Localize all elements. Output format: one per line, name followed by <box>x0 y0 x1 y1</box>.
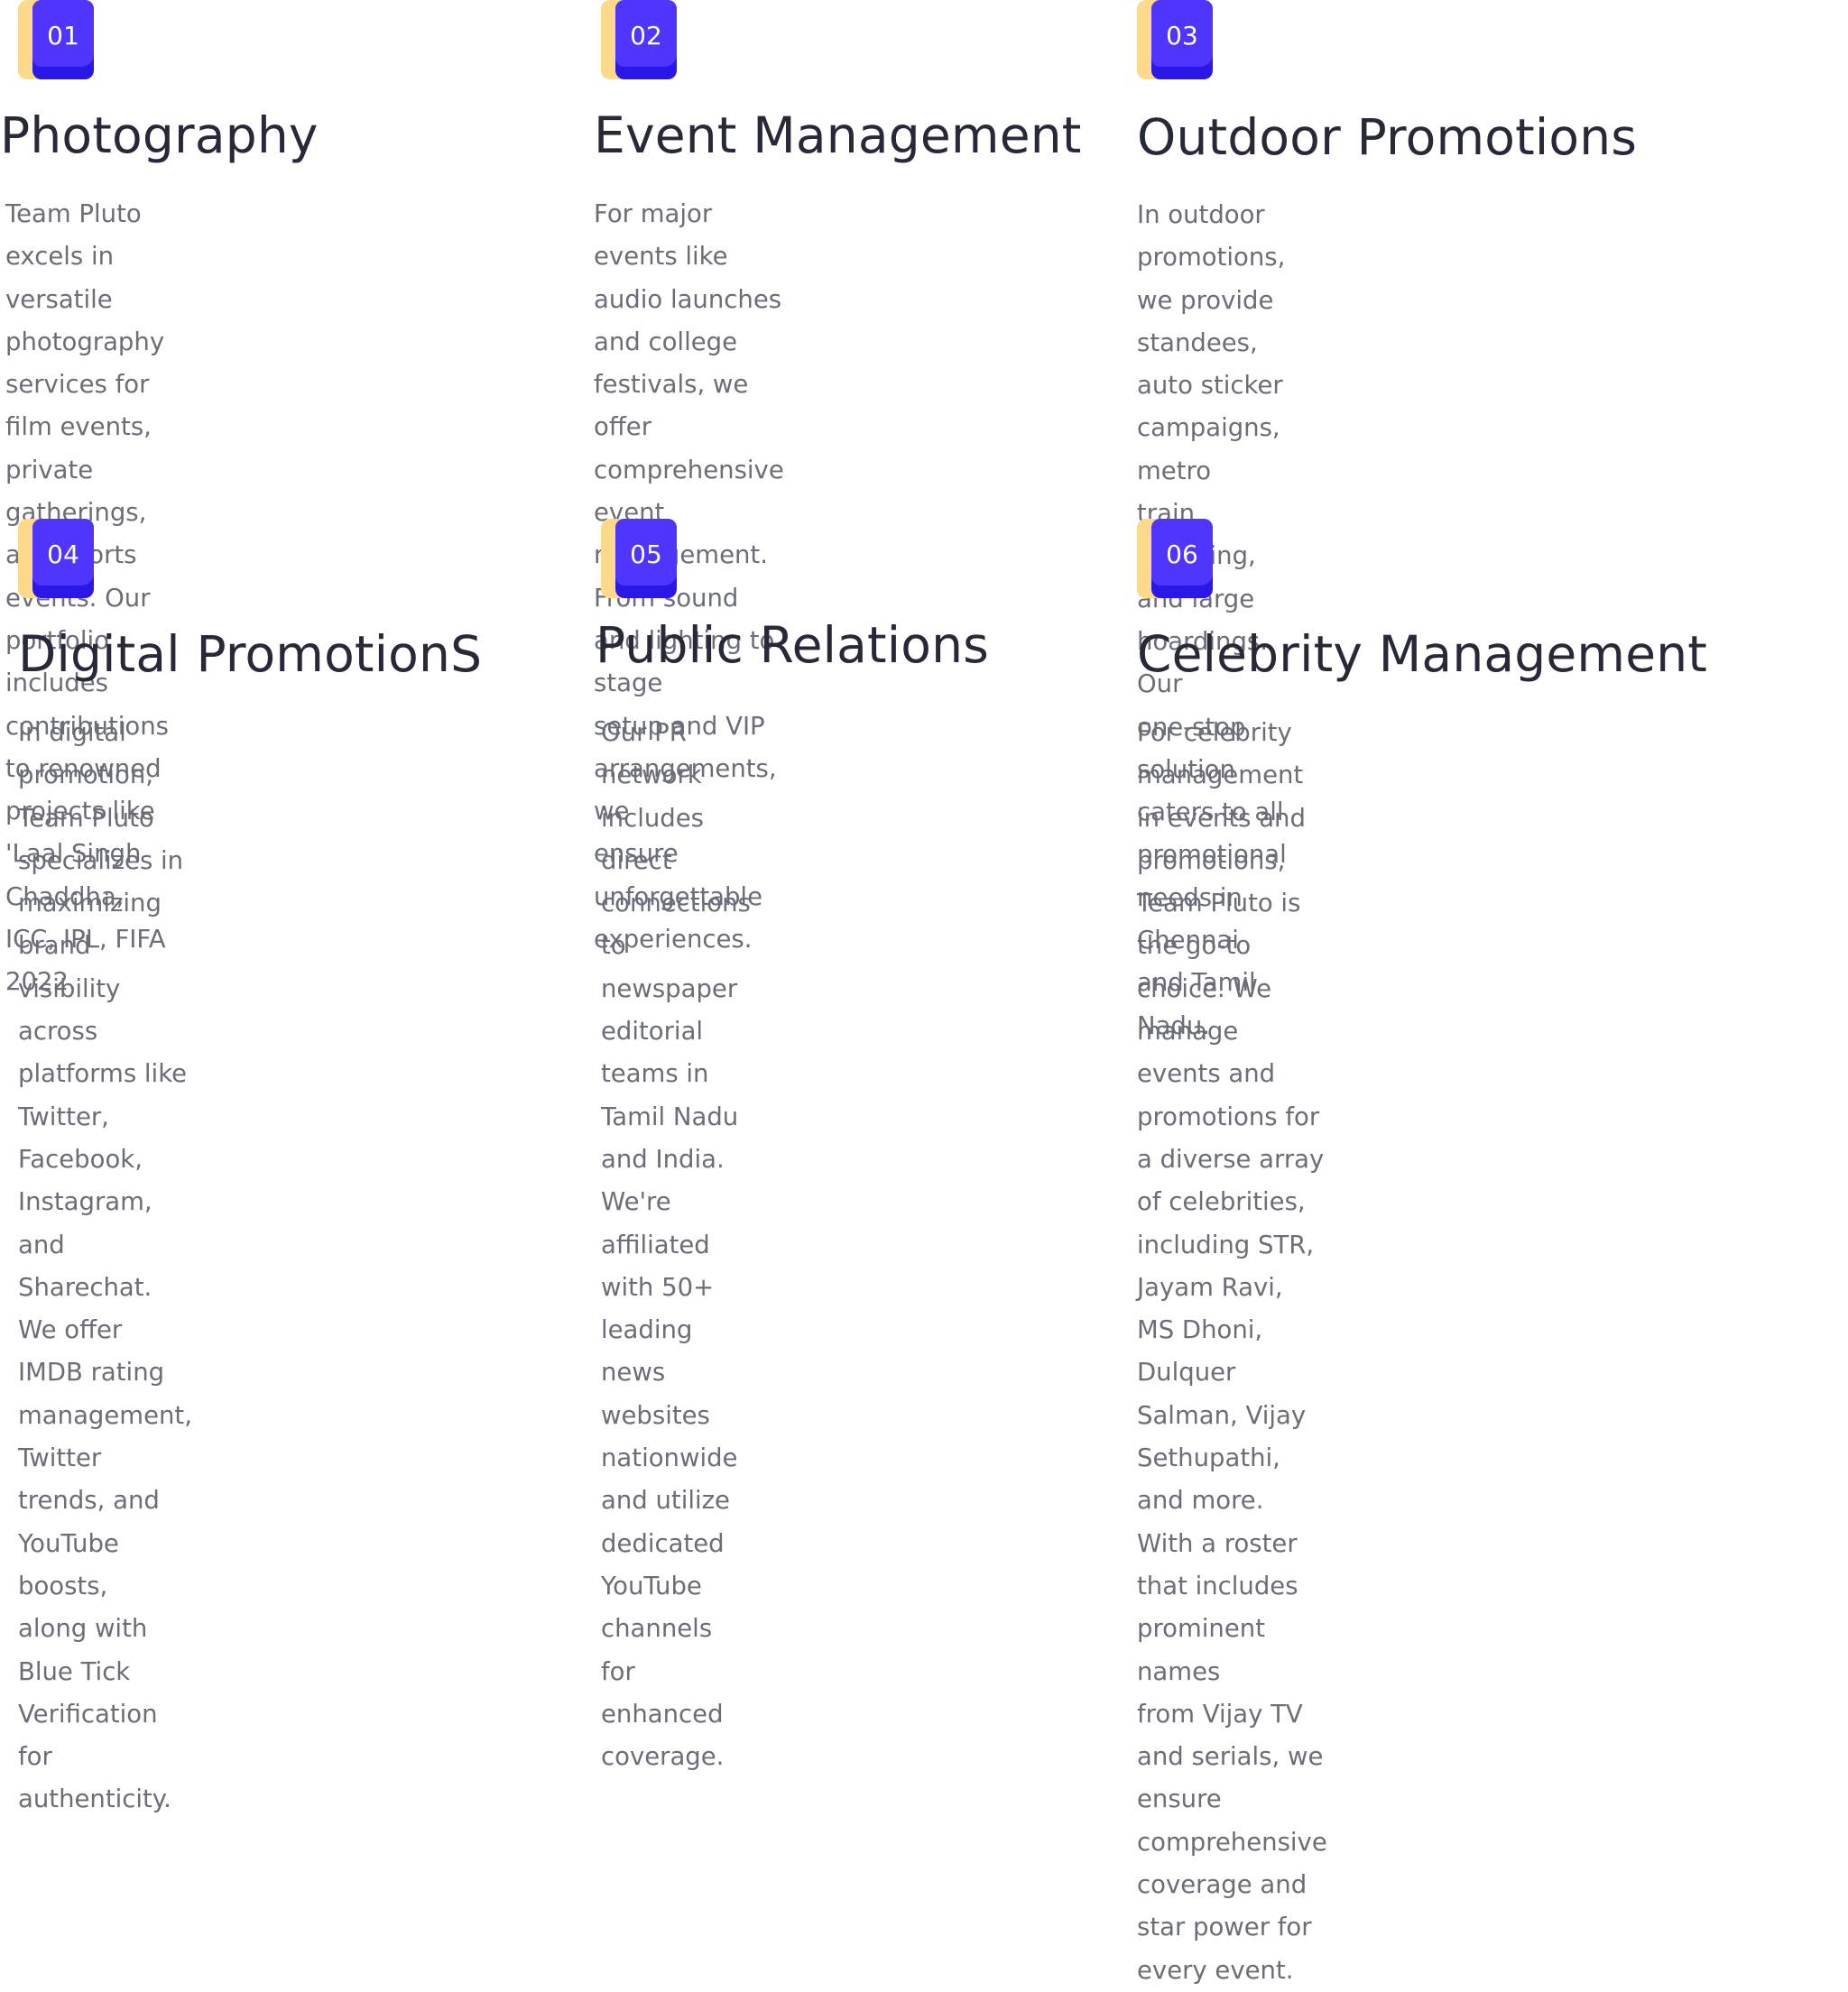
service-title: Photography <box>0 106 319 164</box>
number-badge: 02 <box>601 0 677 79</box>
number-badge: 05 <box>601 519 677 598</box>
service-title: Public Relations <box>596 616 990 674</box>
badge-number: 04 <box>32 519 94 586</box>
service-title: Celebrity Management <box>1137 625 1708 683</box>
service-title: Outdoor Promotions <box>1137 108 1638 166</box>
service-description: For celebrity management in events and p… <box>1137 718 1327 1985</box>
service-title: Digital PromotionS <box>18 625 483 683</box>
badge-number: 06 <box>1151 519 1213 586</box>
number-badge: 03 <box>1137 0 1213 79</box>
number-badge: 04 <box>18 519 94 598</box>
number-badge: 06 <box>1137 519 1213 598</box>
service-description: In digital promotion, Team Pluto special… <box>18 718 192 1814</box>
service-description: Our PR network includes direct connectio… <box>601 718 751 1772</box>
badge-number: 03 <box>1151 0 1213 67</box>
number-badge: 01 <box>18 0 94 79</box>
services-grid: 01 Photography Team Pluto excels in vers… <box>0 0 1848 1985</box>
badge-number: 02 <box>615 0 677 67</box>
badge-number: 05 <box>615 519 677 586</box>
badge-number: 01 <box>32 0 94 67</box>
service-title: Event Management <box>594 106 1082 164</box>
